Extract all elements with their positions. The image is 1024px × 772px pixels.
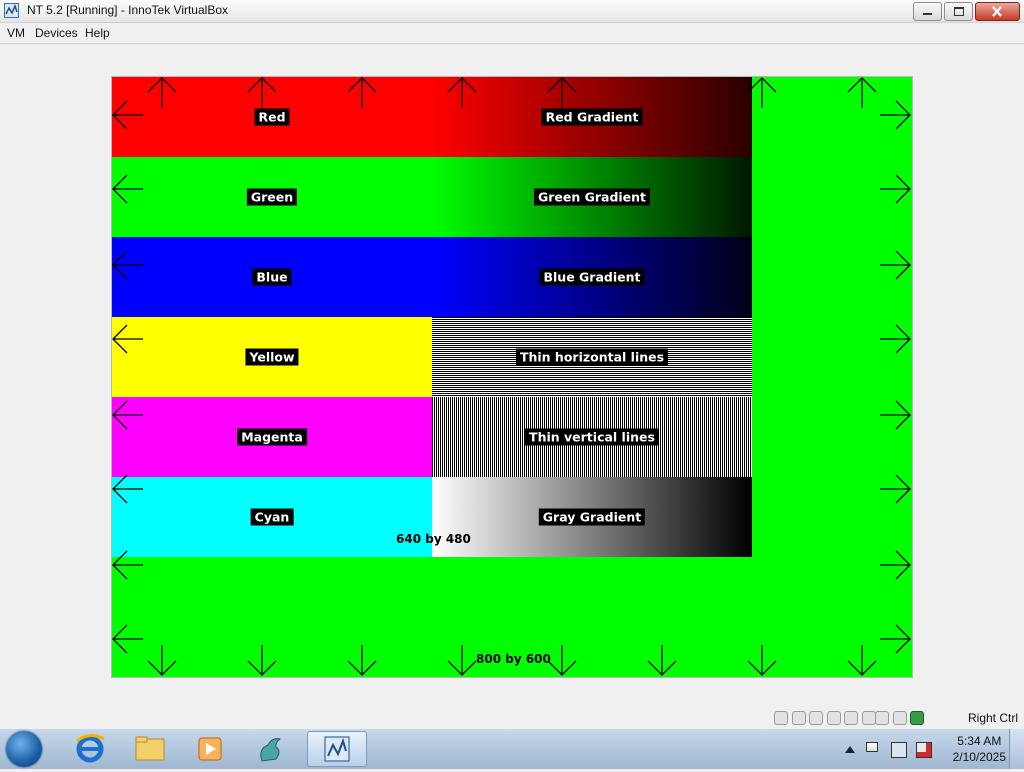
media-player-icon[interactable] (182, 731, 238, 767)
hard-disk-icon[interactable] (774, 711, 788, 725)
internet-explorer-icon[interactable] (62, 731, 118, 767)
arrow-right-icon (880, 474, 911, 504)
guest-screen-testpattern[interactable]: Red Red Gradient Green Green Gradient Blue Bl… (111, 76, 913, 678)
close-button[interactable] (975, 2, 1020, 21)
arrow-down-icon (347, 645, 377, 676)
cd-icon[interactable] (791, 711, 806, 725)
arrow-down-icon (647, 645, 677, 676)
dragon-app-icon[interactable] (242, 731, 298, 767)
arrow-down-icon (147, 645, 177, 676)
show-hidden-icons[interactable] (845, 746, 855, 753)
clock-date: 2/10/2025 (952, 750, 1006, 764)
explorer-folder-icon[interactable] (122, 731, 178, 767)
capture-icon[interactable] (910, 711, 924, 725)
arrow-up-icon (847, 77, 877, 108)
arrow-left-icon (112, 100, 143, 130)
arrow-down-icon (547, 645, 577, 676)
menu-devices[interactable]: Devices (35, 26, 78, 40)
restore-button[interactable] (944, 2, 973, 21)
vm-display-area[interactable]: Red Red Gradient Green Green Gradient Blue Bl… (0, 44, 1024, 708)
virtualbox-app-icon (4, 3, 19, 18)
window-title: NT 5.2 [Running] - InnoTek VirtualBox (27, 3, 228, 17)
clock[interactable]: 5:34 AM 2/10/2025 (953, 733, 1006, 765)
arrow-down-icon (447, 645, 477, 676)
arrow-right-icon (880, 324, 911, 354)
menu-bar: VM Devices Help (0, 23, 1024, 44)
clock-time: 5:34 AM (957, 734, 1002, 748)
minimize-icon (923, 13, 932, 15)
vm-statusbar: Right Ctrl (0, 708, 1024, 728)
mouse-integration-icon[interactable] (892, 711, 907, 725)
arrow-left-icon (112, 324, 143, 354)
arrow-right-icon (880, 100, 911, 130)
display-icon[interactable] (875, 711, 889, 725)
menu-help[interactable]: Help (85, 26, 110, 40)
close-icon (992, 6, 1002, 17)
windows-taskbar: 5:34 AM 2/10/2025 (0, 728, 1024, 769)
arrow-right-icon (880, 400, 911, 430)
network-icon[interactable] (826, 711, 841, 725)
menu-vm[interactable]: VM (7, 26, 25, 40)
virtualbox-icon[interactable] (307, 731, 367, 767)
floppy-icon[interactable] (809, 711, 823, 725)
arrow-up-icon (747, 77, 777, 108)
shared-folder-icon[interactable] (861, 711, 876, 725)
arrow-left-icon (112, 624, 143, 654)
arrow-down-icon (247, 645, 277, 676)
arrow-right-icon (880, 550, 911, 580)
action-center-flag-icon[interactable] (866, 742, 878, 752)
start-orb-icon[interactable] (6, 731, 42, 767)
arrow-right-icon (880, 624, 911, 654)
arrow-down-icon (747, 645, 777, 676)
minimize-button[interactable] (913, 2, 942, 21)
arrow-left-icon (112, 474, 143, 504)
usb-icon[interactable] (844, 711, 858, 725)
network-tray-icon[interactable] (891, 742, 907, 758)
arrow-right-icon (880, 250, 911, 280)
arrow-up-icon (347, 77, 377, 108)
arrow-up-icon (547, 77, 577, 108)
arrow-left-icon (112, 250, 143, 280)
arrow-up-icon (147, 77, 177, 108)
window-titlebar[interactable]: NT 5.2 [Running] - InnoTek VirtualBox (0, 0, 1024, 23)
arrow-left-icon (112, 174, 143, 204)
arrow-left-icon (112, 400, 143, 430)
volume-muted-icon[interactable] (916, 742, 932, 758)
arrow-left-icon (112, 550, 143, 580)
restore-icon (954, 7, 964, 16)
arrow-up-icon (247, 77, 277, 108)
edge-arrows (112, 77, 911, 676)
host-key-label: Right Ctrl (967, 711, 1018, 725)
arrow-down-icon (847, 645, 877, 676)
show-desktop-button[interactable] (1009, 729, 1024, 769)
arrow-up-icon (447, 77, 477, 108)
arrow-right-icon (880, 174, 911, 204)
